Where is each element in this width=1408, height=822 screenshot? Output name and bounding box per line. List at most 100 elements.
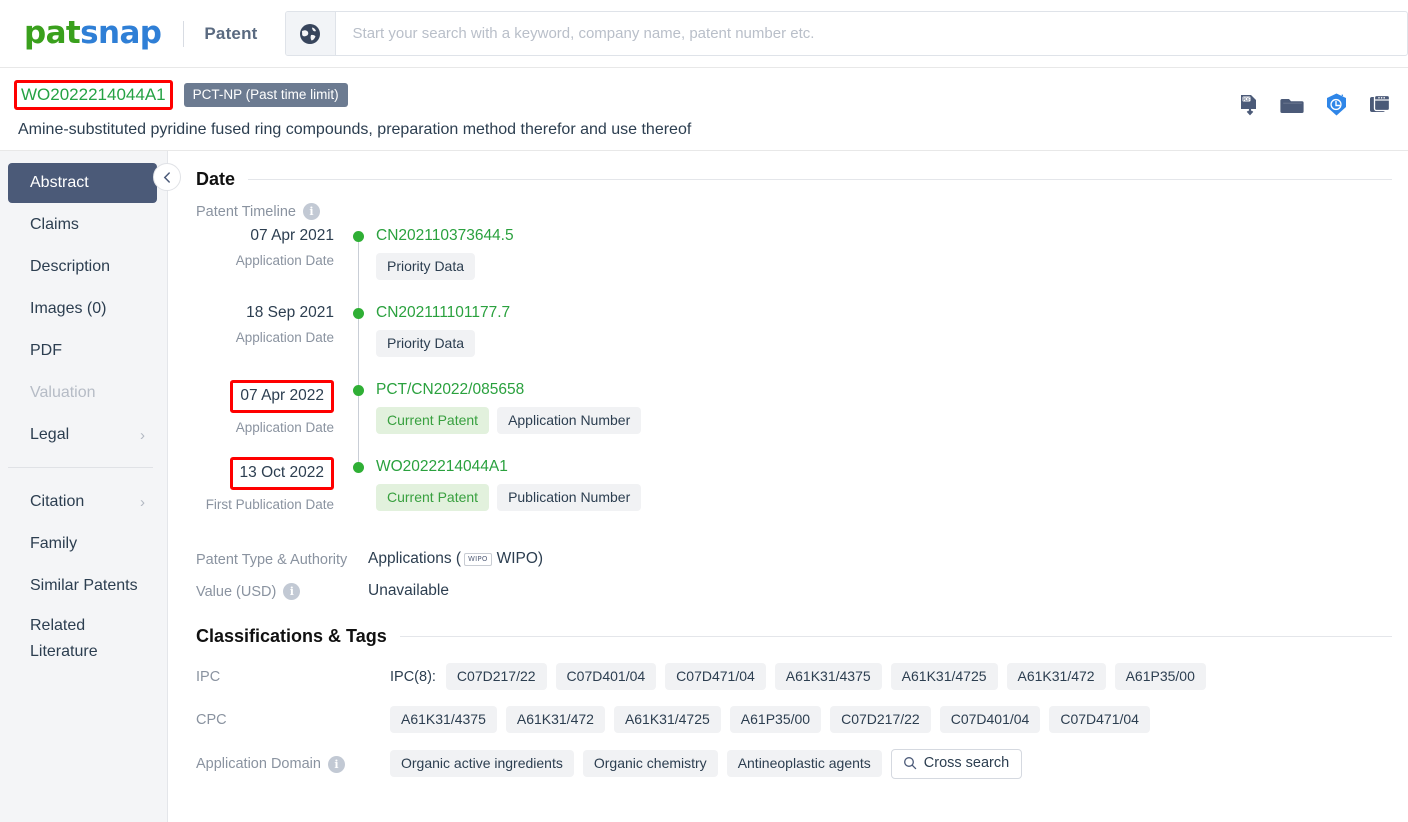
timeline-item-left: 18 Sep 2021 Application Date (196, 303, 348, 380)
timeline-date: 18 Sep 2021 (246, 304, 334, 321)
logo-snap: snap (80, 15, 162, 51)
domain-chip[interactable]: Organic chemistry (582, 750, 718, 778)
ipc-chip[interactable]: A61K31/472 (1006, 663, 1106, 690)
patent-header: WO2022214044A1 PCT-NP (Past time limit) … (0, 68, 1408, 151)
date-section-title: Date (196, 169, 236, 189)
sidebar: Abstract Claims Description Images (0) P… (0, 151, 181, 822)
global-search-bar[interactable] (284, 11, 1408, 56)
sidebar-item-legal[interactable]: Legal › (8, 415, 157, 455)
chevron-right-icon: › (140, 426, 145, 444)
timeline-date-sublabel: Application Date (235, 330, 334, 345)
pdf-download-icon[interactable]: PDF (1237, 93, 1261, 122)
timeline-patent-number-link[interactable]: CN202111101177.7 (376, 303, 510, 323)
timeline-axis (348, 457, 370, 534)
sidebar-item-label: Claims (30, 216, 79, 233)
sidebar-item-family[interactable]: Family (8, 524, 157, 564)
svg-text:PDF: PDF (1243, 96, 1251, 101)
timeline-patent-number-link[interactable]: PCT/CN2022/085658 (376, 380, 641, 400)
header-actions: PDF (1237, 92, 1392, 122)
timeline-tag-row: Priority Data (376, 253, 514, 280)
date-section-header: Date (196, 169, 1392, 190)
ipc-chip[interactable]: A61K31/4375 (774, 663, 882, 690)
module-name: Patent (204, 23, 258, 43)
sidebar-item-label-line2: Literature (30, 643, 98, 660)
patent-type-label: Patent Type & Authority (196, 551, 348, 568)
timeline-item-right: CN202111101177.7 Priority Data (370, 303, 510, 380)
folder-icon[interactable] (1280, 93, 1305, 122)
patent-timeline: 07 Apr 2021 Application Date CN20211037364… (196, 226, 1408, 534)
current-patent-tag: Current Patent (376, 484, 490, 511)
value-text: Unavailable (368, 582, 449, 599)
timeline-item-right: CN202110373644.5 Priority Data (370, 226, 514, 303)
search-input[interactable] (335, 12, 1407, 55)
sidebar-item-images[interactable]: Images (0) (8, 289, 157, 329)
cpc-chips: A61K31/4375 A61K31/472 A61K31/4725 A61P35/0… (390, 706, 1150, 733)
cross-search-button[interactable]: Cross search (890, 749, 1023, 779)
sidebar-item-label: Citation (30, 493, 85, 510)
timeline-tag-row: Current Patent Application Number (376, 407, 642, 434)
sidebar-item-similar-patents[interactable]: Similar Patents (8, 566, 157, 606)
sidebar-item-pdf[interactable]: PDF (8, 331, 157, 371)
timeline-date-sublabel: Application Date (235, 420, 334, 435)
chevron-left-icon (163, 171, 170, 183)
timeline-item: 13 Oct 2022 First Publication Date WO20222… (196, 457, 1408, 534)
copy-window-icon[interactable] (1368, 93, 1392, 122)
cpc-chip[interactable]: A61K31/4375 (390, 706, 497, 733)
cross-search-label: Cross search (923, 755, 1010, 771)
sidebar-collapse-button[interactable] (153, 163, 181, 191)
cpc-chip[interactable]: C07D471/04 (1049, 706, 1150, 733)
info-icon[interactable]: i (302, 203, 320, 220)
sidebar-item-citation[interactable]: Citation › (8, 482, 157, 522)
patsnap-logo[interactable]: patsnap (24, 15, 162, 51)
sidebar-item-label: Legal (30, 426, 70, 443)
timeline-date-sublabel: First Publication Date (205, 497, 334, 512)
cpc-chip[interactable]: A61K31/472 (505, 706, 605, 733)
info-icon[interactable]: i (327, 755, 345, 773)
label-text: Application Domain (196, 756, 321, 773)
sidebar-item-label-line1: Related (30, 617, 86, 634)
ipc-prefix: IPC(8): (390, 668, 436, 685)
timeline-patent-number-link[interactable]: CN202110373644.5 (376, 226, 514, 246)
sidebar-item-claims[interactable]: Claims (8, 205, 157, 245)
sidebar-item-label: Valuation (30, 384, 96, 401)
ipc-chip[interactable]: A61K31/4725 (890, 663, 998, 690)
sidebar-item-related-literature[interactable]: Related Literature (8, 608, 157, 670)
publication-number[interactable]: WO2022214044A1 (14, 80, 173, 110)
sidebar-item-description[interactable]: Description (8, 247, 157, 287)
cpc-chip[interactable]: A61P35/00 (729, 706, 822, 733)
cpc-chip[interactable]: C07D401/04 (939, 706, 1041, 733)
application-domain-row: Application Domain i Organic active ingr… (196, 749, 1408, 779)
globe-icon[interactable] (285, 12, 336, 55)
label-text: Patent Timeline (196, 203, 296, 220)
timeline-date: 07 Apr 2021 (250, 227, 334, 244)
timeline-item-left: 07 Apr 2022 Application Date (196, 380, 348, 457)
ipc-chip[interactable]: A61P35/00 (1114, 663, 1206, 690)
timeline-dot-icon (353, 308, 364, 319)
cpc-chip[interactable]: C07D217/22 (830, 706, 931, 733)
sidebar-item-label: Family (30, 535, 78, 552)
page-body: Abstract Claims Description Images (0) P… (0, 151, 1408, 822)
status-badge: PCT-NP (Past time limit) (183, 82, 348, 108)
timeline-item-left: 07 Apr 2021 Application Date (196, 226, 348, 303)
timeline-axis (348, 380, 370, 457)
patent-type-value: Applications ( WIPO WIPO) (368, 550, 543, 568)
top-bar: patsnap Patent (0, 0, 1408, 68)
chemical-structure-icon[interactable] (1324, 92, 1349, 122)
ipc-chip[interactable]: C07D471/04 (665, 663, 766, 690)
cpc-chip[interactable]: A61K31/4725 (613, 706, 721, 733)
info-icon[interactable]: i (283, 583, 301, 600)
domain-chip[interactable]: Organic active ingredients (390, 750, 574, 778)
patent-type-prefix: Applications ( (368, 550, 462, 567)
ipc-label: IPC (196, 669, 221, 685)
value-row: Value (USD) i Unavailable (196, 582, 1408, 600)
timeline-axis (348, 303, 370, 380)
ipc-chip[interactable]: C07D401/04 (555, 663, 657, 690)
domain-chip[interactable]: Antineoplastic agents (726, 750, 882, 778)
label-text: Value (USD) (196, 583, 277, 600)
ipc-chip[interactable]: C07D217/22 (445, 663, 547, 690)
timeline-axis (348, 226, 370, 303)
sidebar-item-abstract[interactable]: Abstract (8, 163, 157, 203)
ipc-row: IPC IPC(8): C07D217/22 C07D401/04 C07D471/… (196, 663, 1408, 690)
timeline-patent-number-link[interactable]: WO2022214044A1 (376, 457, 641, 477)
sidebar-item-valuation: Valuation (8, 373, 157, 413)
